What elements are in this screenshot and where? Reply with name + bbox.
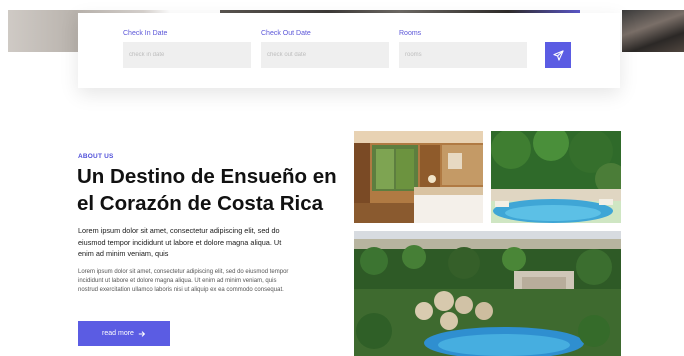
title-line-2: el Corazón de Costa Rica [77, 192, 324, 215]
rooms-label: Rooms [399, 30, 422, 37]
rooms-field: Rooms [399, 30, 527, 68]
page-title: Un Destino de Ensueño en el Corazón de C… [77, 163, 367, 217]
rooms-input[interactable] [399, 42, 527, 68]
send-icon [552, 49, 564, 61]
check-in-input[interactable] [123, 42, 251, 68]
read-more-button[interactable]: read more [78, 321, 170, 346]
hero-photo [622, 10, 684, 52]
about-tag: ABOUT US [78, 153, 114, 160]
read-more-label: read more [102, 330, 134, 337]
booking-form: Check In Date Check Out Date Rooms [78, 13, 620, 88]
check-out-input[interactable] [261, 42, 389, 68]
resort-aerial-photo [354, 231, 621, 356]
check-in-label: Check In Date [123, 30, 168, 37]
check-in-field: Check In Date [123, 30, 251, 68]
title-line-1: Un Destino de Ensueño en [77, 165, 337, 188]
arrow-right-icon [138, 330, 146, 337]
check-out-label: Check Out Date [261, 30, 311, 37]
hotel-room-photo [354, 131, 483, 223]
check-out-field: Check Out Date [261, 30, 389, 68]
body-paragraph: Lorem ipsum dolor sit amet, consectetur … [78, 269, 289, 293]
submit-button[interactable] [545, 42, 571, 68]
lead-paragraph: Lorem ipsum dolor sit amet, consectetur … [78, 226, 282, 258]
pool-palms-photo [491, 131, 621, 223]
